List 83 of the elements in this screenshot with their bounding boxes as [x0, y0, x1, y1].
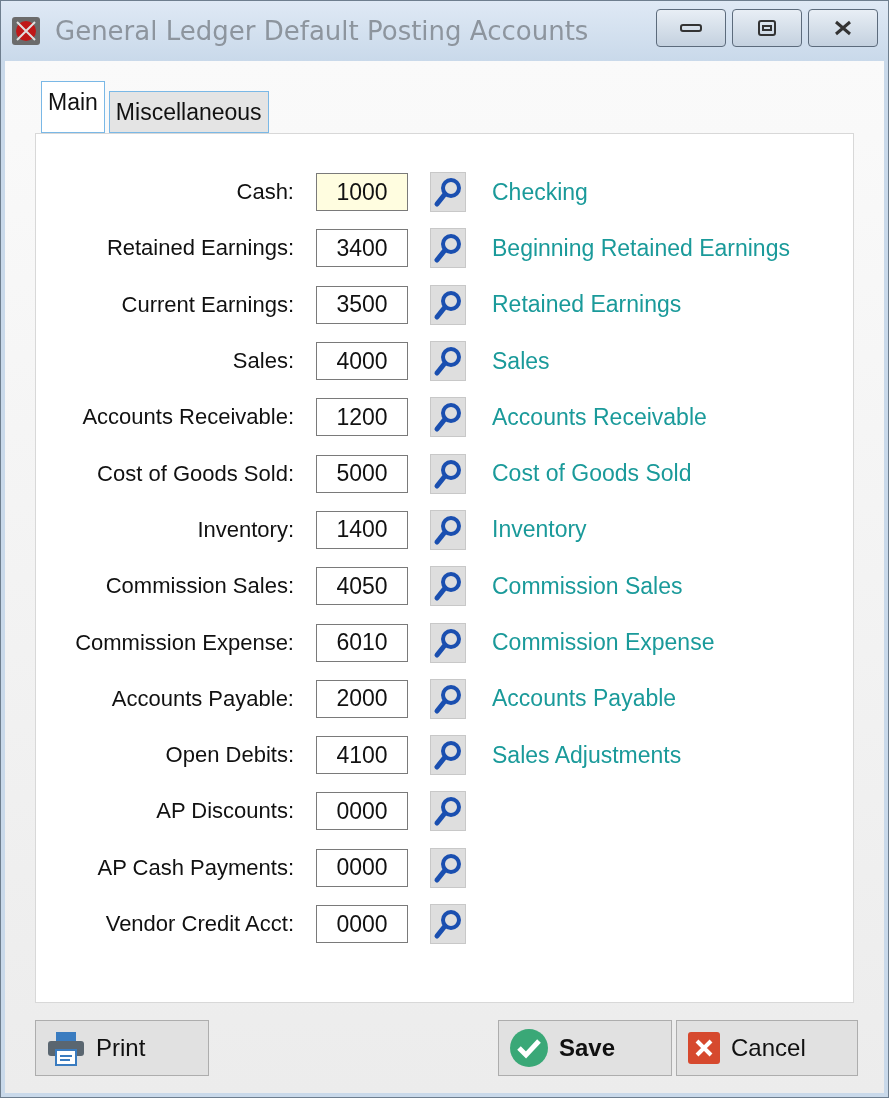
account-description: Accounts Receivable	[492, 403, 707, 431]
search-button[interactable]	[430, 847, 466, 888]
account-description: Accounts Payable	[492, 685, 677, 713]
account-field[interactable]: 4100	[316, 736, 408, 775]
app-icon	[11, 16, 41, 46]
search-button[interactable]	[430, 622, 466, 663]
field-label: Commission Expense:	[74, 629, 294, 656]
search-button[interactable]	[430, 284, 466, 325]
search-icon	[433, 795, 463, 828]
search-button[interactable]	[430, 453, 466, 494]
account-field[interactable]: 3500	[316, 285, 408, 324]
search-icon	[433, 457, 463, 490]
maximize-button[interactable]	[732, 9, 802, 47]
search-button[interactable]	[430, 678, 466, 719]
account-field[interactable]: 1400	[316, 510, 408, 549]
field-label: Retained Earnings:	[105, 235, 294, 262]
account-description: Cost of Goods Sold	[492, 460, 692, 488]
account-description: Retained Earnings	[492, 291, 682, 319]
search-icon	[433, 626, 463, 659]
account-description: Commission Expense	[492, 629, 715, 656]
account-description: Sales Adjustments	[492, 741, 682, 769]
account-field[interactable]: 0000	[316, 905, 408, 943]
close-icon	[833, 20, 853, 36]
account-field[interactable]: 2000	[316, 679, 408, 718]
account-description: Inventory	[492, 516, 587, 544]
account-description: Beginning Retained Earnings	[492, 234, 790, 262]
printer-icon	[46, 1030, 86, 1066]
account-description: Commission Sales	[492, 572, 683, 600]
field-label: Cash:	[235, 179, 294, 206]
maximize-icon	[758, 20, 776, 36]
search-button[interactable]	[430, 341, 466, 382]
search-button[interactable]	[430, 735, 466, 776]
account-field[interactable]: 1200	[316, 398, 408, 437]
account-field[interactable]: 1000	[316, 173, 408, 212]
field-label: Inventory:	[196, 516, 294, 543]
account-description: Sales	[492, 347, 550, 375]
account-description: Checking	[492, 178, 588, 206]
search-icon	[433, 513, 463, 546]
search-icon	[433, 908, 463, 940]
search-icon	[433, 401, 463, 434]
account-field[interactable]: 0000	[316, 848, 408, 887]
account-field[interactable]: 4000	[316, 342, 408, 381]
search-button[interactable]	[430, 566, 466, 607]
field-label: AP Discounts:	[155, 798, 294, 825]
window-title: General Ledger Default Posting Accounts	[55, 16, 590, 46]
checkmark-icon	[509, 1028, 549, 1068]
cancel-button[interactable]: Cancel	[676, 1020, 858, 1076]
account-field[interactable]: 5000	[316, 454, 408, 493]
search-icon	[433, 345, 463, 378]
search-button[interactable]	[430, 904, 466, 944]
search-icon	[433, 739, 463, 772]
cross-icon	[687, 1031, 721, 1065]
tab[interactable]: Miscellaneous	[108, 91, 269, 133]
account-field[interactable]: 0000	[316, 792, 408, 831]
search-button[interactable]	[430, 791, 466, 832]
search-icon	[433, 851, 463, 884]
save-button[interactable]: Save	[498, 1020, 672, 1076]
minimize-icon	[680, 23, 702, 33]
field-label: Commission Sales:	[104, 573, 294, 600]
search-icon	[433, 288, 463, 321]
account-field[interactable]: 3400	[316, 229, 408, 268]
tab[interactable]: Main	[41, 81, 105, 133]
field-label: Accounts Payable:	[110, 685, 294, 712]
minimize-button[interactable]	[656, 9, 726, 47]
search-button[interactable]	[430, 172, 466, 213]
field-label: Sales:	[231, 348, 294, 375]
search-icon	[433, 232, 463, 265]
field-label: Cost of Goods Sold:	[96, 460, 294, 487]
search-button[interactable]	[430, 509, 466, 550]
print-button[interactable]: Print	[35, 1020, 209, 1076]
field-label: Vendor Credit Acct:	[104, 911, 294, 937]
account-field[interactable]: 6010	[316, 623, 408, 662]
account-field[interactable]: 4050	[316, 567, 408, 606]
search-icon	[433, 682, 463, 715]
field-label: Current Earnings:	[120, 291, 294, 318]
search-icon	[433, 176, 463, 209]
search-icon	[433, 570, 463, 603]
search-button[interactable]	[430, 397, 466, 438]
close-button[interactable]	[808, 9, 878, 47]
search-button[interactable]	[430, 228, 466, 269]
field-label: AP Cash Payments:	[96, 854, 294, 881]
field-label: Open Debits:	[164, 742, 294, 769]
field-label: Accounts Receivable:	[81, 404, 294, 431]
